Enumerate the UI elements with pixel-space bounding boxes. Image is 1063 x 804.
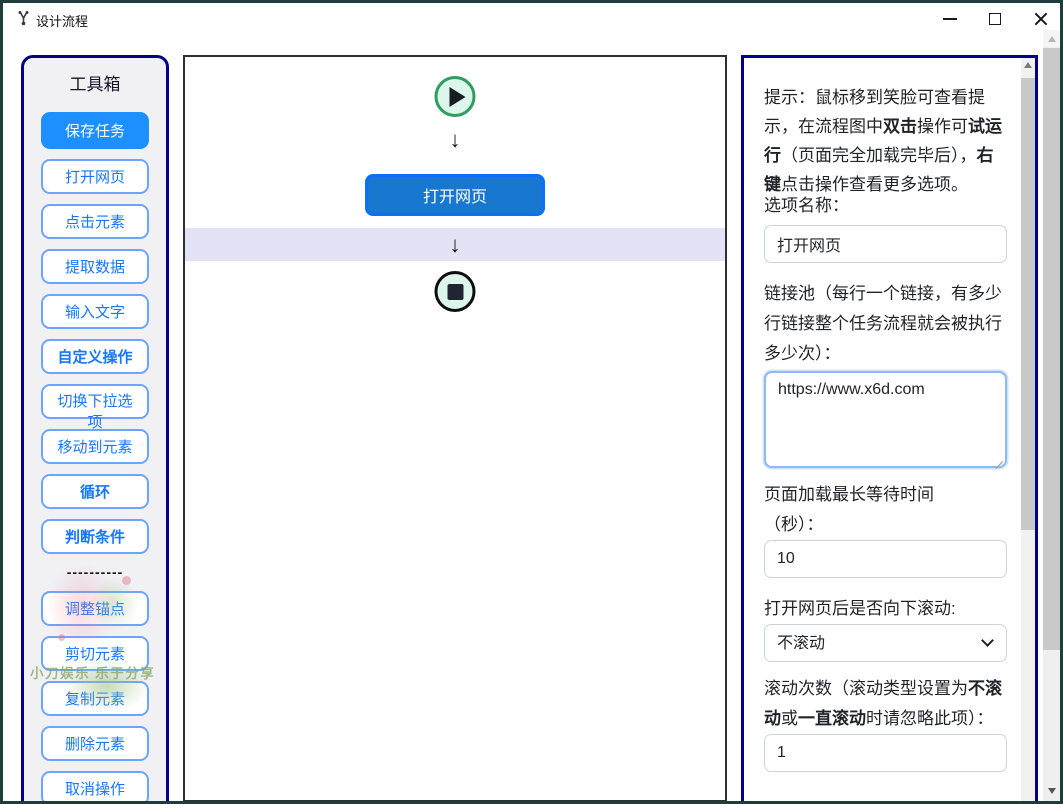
wait-time-input[interactable] xyxy=(764,540,1007,578)
toolbox-sidebar: 工具箱 保存任务打开网页点击元素提取数据输入文字自定义操作切换下拉选项移动到元素… xyxy=(21,55,169,804)
scroll-count-input[interactable] xyxy=(764,734,1007,772)
toolbox-button-label: 循环 xyxy=(80,481,110,502)
toolbox-button-5[interactable]: 自定义操作 xyxy=(41,339,149,374)
close-icon xyxy=(1034,12,1048,26)
wait-time-label: 页面加载最长等待时间 （秒）： xyxy=(764,480,1007,540)
minimize-button[interactable] xyxy=(935,6,965,31)
link-pool-textarea[interactable]: https://www.x6d.com xyxy=(764,371,1007,468)
start-node[interactable] xyxy=(435,76,476,117)
toolbox-button-label: 打开网页 xyxy=(65,166,125,187)
end-node[interactable] xyxy=(435,271,476,312)
maximize-button[interactable] xyxy=(980,6,1010,31)
toolbox-button-label: 删除元素 xyxy=(65,733,125,754)
toolbox-button-label: 保存任务 xyxy=(65,120,125,141)
window-scrollbar-thumb[interactable] xyxy=(1043,48,1060,650)
insert-lane[interactable]: ↓ xyxy=(185,228,725,261)
toolbox-button-11[interactable]: 调整锚点 xyxy=(41,591,149,626)
scroll-up-icon[interactable] xyxy=(1043,30,1060,47)
toolbox-button-label: 切换下拉选项 xyxy=(54,391,136,433)
properties-panel: 提示：鼠标移到笑脸可查看提示，在流程图中双击操作可试运行（页面完全加载完毕后），… xyxy=(741,55,1038,804)
toolbox-button-label: 自定义操作 xyxy=(57,346,132,367)
toolbox-button-label: 复制元素 xyxy=(65,688,125,709)
window-title: 设计流程 xyxy=(36,11,88,30)
toolbox-button-label: 调整锚点 xyxy=(65,598,125,619)
toolbox-button-label: 剪切元素 xyxy=(65,643,125,664)
flow-node-open-webpage[interactable]: 打开网页 xyxy=(365,174,545,216)
toolbox-button-label: 取消操作 xyxy=(65,778,125,799)
resize-grip-icon[interactable] xyxy=(994,455,1003,464)
toolbox-button-13[interactable]: 复制元素 xyxy=(41,681,149,716)
tip-text: 提示：鼠标移到笑脸可查看提示，在流程图中双击操作可试运行（页面完全加载完毕后），… xyxy=(764,83,1007,199)
toolbox-button-6[interactable]: 切换下拉选项 xyxy=(41,384,149,419)
title-bar: 设计流程 xyxy=(3,3,1060,33)
link-pool-label: 链接池（每行一个链接，有多少行链接整个任务流程就会被执行多少次）： xyxy=(764,279,1007,369)
toolbox-button-1[interactable]: 打开网页 xyxy=(41,159,149,194)
toolbox-button-14[interactable]: 删除元素 xyxy=(41,726,149,761)
toolbox-title: 工具箱 xyxy=(24,70,166,95)
toolbox-separator: ---------- xyxy=(24,564,166,580)
flow-canvas[interactable]: ↓ 打开网页 ↓ xyxy=(183,55,727,802)
scroll-type-select[interactable]: 不滚动 xyxy=(764,624,1007,662)
toolbox-button-12[interactable]: 剪切元素 xyxy=(41,636,149,671)
toolbox-button-2[interactable]: 点击元素 xyxy=(41,204,149,239)
flow-arrow-down: ↓ xyxy=(450,127,461,153)
maximize-icon xyxy=(989,13,1001,25)
toolbox-button-0[interactable]: 保存任务 xyxy=(41,112,149,149)
toolbox-button-label: 移动到元素 xyxy=(57,436,132,457)
stop-icon xyxy=(447,284,463,300)
scroll-up-icon[interactable] xyxy=(1021,62,1035,74)
close-button[interactable] xyxy=(1026,6,1056,31)
properties-content: 提示：鼠标移到笑脸可查看提示，在流程图中双击操作可试运行（页面完全加载完毕后），… xyxy=(764,58,1007,772)
app-icon xyxy=(16,10,31,26)
minimize-icon xyxy=(943,18,957,20)
toolbox-button-3[interactable]: 提取数据 xyxy=(41,249,149,284)
toolbox-button-15[interactable]: 取消操作 xyxy=(41,771,149,804)
scroll-down-icon[interactable] xyxy=(1043,784,1060,798)
play-icon xyxy=(450,87,466,107)
app-window: 设计流程 工具箱 保存任务打开网页点击元素提取数据输入文字自定义操作切换下拉选项… xyxy=(0,0,1063,804)
flow-arrow-down: ↓ xyxy=(450,232,461,258)
toolbox-button-8[interactable]: 循环 xyxy=(41,474,149,509)
window-scrollbar[interactable] xyxy=(1043,30,1060,801)
panel-scrollbar-thumb[interactable] xyxy=(1021,78,1035,530)
toolbox-button-label: 输入文字 xyxy=(65,301,125,322)
option-name-input[interactable] xyxy=(764,225,1007,263)
toolbox-button-label: 点击元素 xyxy=(65,211,125,232)
toolbox-button-9[interactable]: 判断条件 xyxy=(41,519,149,554)
scroll-type-label: 打开网页后是否向下滚动: xyxy=(764,594,1007,624)
toolbox-button-7[interactable]: 移动到元素 xyxy=(41,429,149,464)
toolbox-button-label: 提取数据 xyxy=(65,256,125,277)
toolbox-button-label: 判断条件 xyxy=(65,526,125,547)
panel-scrollbar[interactable] xyxy=(1021,58,1035,804)
toolbox-button-4[interactable]: 输入文字 xyxy=(41,294,149,329)
toolbox-button-list: 保存任务打开网页点击元素提取数据输入文字自定义操作切换下拉选项移动到元素循环判断… xyxy=(24,112,166,804)
scroll-count-label: 滚动次数（滚动类型设置为不滚动或一直滚动时请忽略此项）： xyxy=(764,674,1007,734)
